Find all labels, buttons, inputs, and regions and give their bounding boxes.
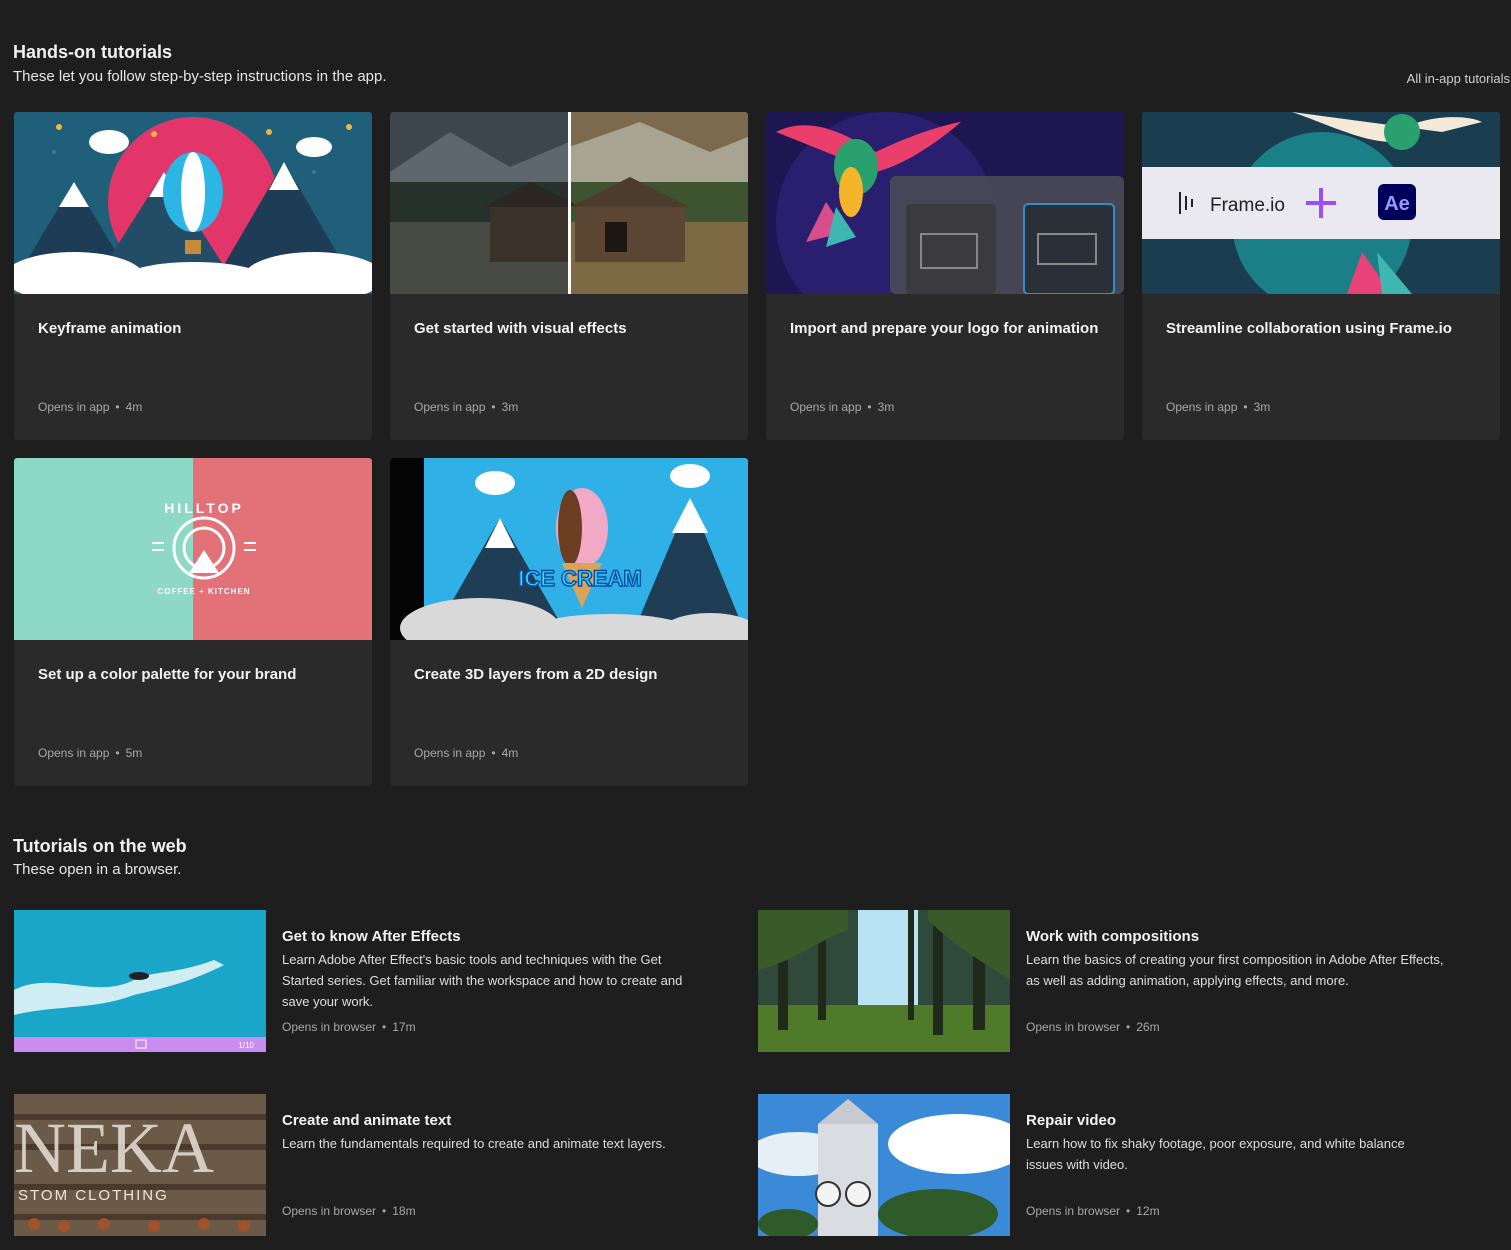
web-tutorial-compositions[interactable]: Work with compositions Learn the basics … — [758, 910, 1458, 1052]
hands-on-title: Hands-on tutorials — [13, 42, 173, 62]
web-tutorials-subtitle: These open in a browser. — [13, 861, 182, 878]
frameio-logo-text: Frame.io — [1210, 195, 1285, 216]
card-title: Create 3D layers from a 2D design — [414, 666, 658, 683]
web-meta: Opens in browser • 26m — [1026, 1020, 1160, 1034]
web-tutorial-repair-video[interactable]: Repair video Learn how to fix shaky foot… — [758, 1094, 1458, 1236]
web-meta: Opens in browser • 18m — [282, 1204, 416, 1218]
forest-thumbnail — [758, 910, 1010, 1052]
card-meta: Opens in app • 3m — [1166, 400, 1271, 414]
keyframe-animation-thumbnail — [14, 112, 372, 294]
ice-cream-text: ICE CREAM — [518, 566, 641, 591]
frameio-thumbnail: Frame.io Ae — [1142, 112, 1500, 294]
tutorial-card-frameio-collaboration[interactable]: Frame.io Ae Streamline collaboration usi… — [1142, 112, 1500, 440]
web-tutorial-animate-text[interactable]: NEKA STOM CLOTHING Create and animate te… — [14, 1094, 714, 1236]
logo-animation-thumbnail — [766, 112, 1124, 294]
color-palette-thumbnail: HILLTOP COFFEE + KITCHEN — [14, 458, 372, 640]
tutorial-card-keyframe-animation[interactable]: Keyframe animation Opens in app • 4m — [14, 112, 372, 440]
web-title: Create and animate text — [282, 1112, 452, 1129]
visual-effects-thumbnail — [390, 112, 748, 294]
big-serif-text: NEKA — [14, 1108, 214, 1188]
card-title: Keyframe animation — [38, 320, 182, 337]
card-title: Get started with visual effects — [414, 320, 627, 337]
card-title: Streamline collaboration using Frame.io — [1166, 320, 1452, 337]
jetski-thumbnail: 1/10 — [14, 910, 266, 1052]
web-title: Get to know After Effects — [282, 928, 461, 945]
3d-layers-thumbnail: ICE CREAM — [390, 458, 748, 640]
web-description: Learn the basics of creating your first … — [1026, 952, 1444, 988]
tutorial-card-color-palette[interactable]: HILLTOP COFFEE + KITCHEN Set up a color … — [14, 458, 372, 786]
tutorial-card-logo-animation[interactable]: Import and prepare your logo for animati… — [766, 112, 1124, 440]
card-title: Set up a color palette for your brand — [38, 666, 297, 683]
web-tutorial-get-to-know-ae[interactable]: 1/10 Get to know After Effects Learn Ado… — [14, 910, 714, 1052]
card-meta: Opens in app • 3m — [790, 400, 895, 414]
hilltop-brand-text: HILLTOP — [164, 500, 244, 516]
tutorial-card-3d-layers[interactable]: ICE CREAM Create 3D layers from a 2D des… — [390, 458, 748, 786]
ae-logo-text: Ae — [1384, 193, 1410, 215]
web-title: Repair video — [1026, 1112, 1117, 1129]
web-description: Learn Adobe After Effect's basic tools a… — [282, 952, 683, 1009]
clock-tower-thumbnail — [758, 1094, 1010, 1236]
card-title: Import and prepare your logo for animati… — [790, 320, 1099, 337]
hands-on-subtitle: These let you follow step-by-step instru… — [13, 68, 387, 85]
tutorial-card-visual-effects[interactable]: Get started with visual effects Opens in… — [390, 112, 748, 440]
card-meta: Opens in app • 4m — [414, 746, 519, 760]
web-meta: Opens in browser • 12m — [1026, 1204, 1160, 1218]
text-spools-thumbnail: NEKA STOM CLOTHING — [14, 1094, 266, 1236]
small-caps-text: STOM CLOTHING — [18, 1187, 169, 1204]
hilltop-tagline-text: COFFEE + KITCHEN — [157, 587, 250, 596]
card-meta: Opens in app • 5m — [38, 746, 143, 760]
web-description: Learn the fundamentals required to creat… — [282, 1136, 666, 1151]
all-in-app-tutorials-link[interactable]: All in-app tutorials — [1407, 71, 1510, 86]
video-counter: 1/10 — [238, 1041, 254, 1050]
web-tutorials-title: Tutorials on the web — [13, 836, 187, 856]
card-meta: Opens in app • 4m — [38, 400, 143, 414]
web-meta: Opens in browser • 17m — [282, 1020, 416, 1034]
card-meta: Opens in app • 3m — [414, 400, 519, 414]
web-title: Work with compositions — [1026, 928, 1200, 945]
web-description: Learn how to fix shaky footage, poor exp… — [1026, 1136, 1405, 1172]
